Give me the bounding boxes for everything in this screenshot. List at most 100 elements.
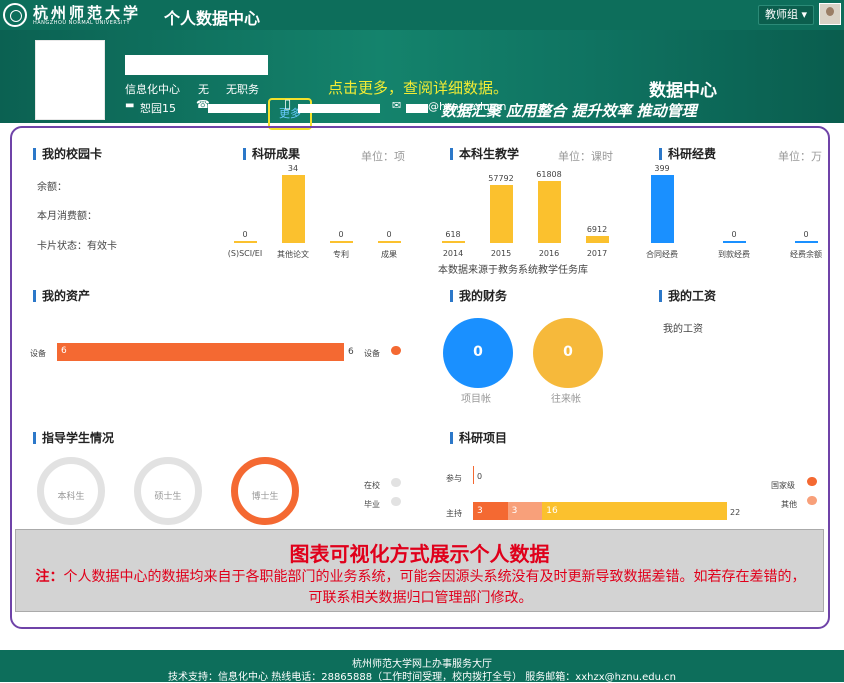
students-legend-graduated: 毕业 [364, 500, 380, 509]
projects-legend-other: 其他 [781, 500, 797, 509]
notice-body: 注：个人数据中心的数据均来自于各职能部门的业务系统，可能会因源头系统没有及时更新… [30, 567, 811, 609]
assets-bar-label: 设备 [30, 349, 46, 358]
projects-row-host-total: 22 [730, 508, 741, 517]
research-output-value-label: 0 [242, 230, 248, 239]
research-output-title: 科研成果 [243, 148, 300, 160]
card-balance-label: 余额： [37, 182, 67, 193]
current-account-value: 0 [563, 344, 573, 360]
mobile-icon: ▯ [284, 97, 292, 112]
assets-bar[interactable]: 6 [57, 343, 344, 361]
students-legend-graduated-dot[interactable] [391, 497, 401, 506]
profile-photo [35, 40, 105, 120]
projects-host-segment-value: 3 [477, 506, 483, 516]
assets-legend-dot[interactable] [391, 346, 401, 355]
funding-category-label: 到款经费 [718, 250, 750, 259]
undergrad-ring[interactable]: 本科生 [37, 457, 105, 525]
research-output-value-label: 0 [338, 230, 344, 239]
notice-heading: 图表可视化方式展示个人数据 [289, 542, 550, 566]
notice-text: 个人数据中心的数据均来自于各职能部门的业务系统，可能会因源头系统没有及时更新导致… [63, 569, 806, 606]
projects-row-participate-total: 0 [477, 472, 483, 481]
phd-ring[interactable]: 博士生 [231, 457, 299, 525]
funding-bar[interactable] [650, 175, 674, 243]
teaching-category-label: 2017 [586, 249, 608, 258]
research-output-bar[interactable] [281, 175, 305, 243]
university-seal-icon [3, 3, 27, 27]
funding-value-label: 0 [731, 230, 737, 239]
phone-redacted [208, 104, 266, 113]
project-account-circle[interactable]: 0 [443, 318, 513, 388]
assets-bar-value: 6 [61, 346, 67, 356]
notice-panel: 图表可视化方式展示个人数据 注：个人数据中心的数据均来自于各职能部门的业务系统，… [15, 529, 824, 612]
research-output-category-label: (S)SCI/EI [227, 249, 263, 258]
more-hint: 点击更多，查阅详细数据。 [328, 79, 509, 97]
projects-host-segment[interactable]: 3 [473, 502, 508, 520]
projects-host-segment[interactable]: 16 [542, 502, 727, 520]
funding-unit: 单位：万 [778, 150, 822, 163]
projects-row-host-label: 主持 [446, 509, 462, 518]
master-ring[interactable]: 硕士生 [134, 457, 202, 525]
profile-department: 信息化中心 [125, 83, 180, 96]
project-account-value: 0 [473, 344, 483, 360]
research-output-bar[interactable] [377, 241, 401, 243]
profile-office: 恕园15 [140, 102, 176, 115]
funding-value-label: 399 [654, 164, 670, 173]
students-legend-current: 在校 [364, 481, 380, 490]
assets-bar-end: 6 [348, 347, 354, 357]
projects-host-segment-value: 16 [546, 506, 558, 516]
teaching-category-label: 2014 [442, 249, 464, 258]
profile-position: 无职务 [226, 83, 259, 96]
research-output-bar[interactable] [233, 241, 257, 243]
teaching-bar[interactable] [441, 241, 465, 243]
research-output-category-label: 成果 [381, 250, 397, 259]
user-group-dropdown[interactable]: 教师组 ▾ [758, 5, 815, 25]
funding-category-label: 经费余额 [790, 250, 822, 259]
funding-title: 科研经费 [659, 148, 716, 160]
mail-icon: ✉ [392, 99, 402, 112]
projects-legend-national-dot[interactable] [807, 477, 817, 486]
projects-host-segment[interactable]: 3 [507, 502, 543, 520]
phd-label: 博士生 [251, 492, 279, 502]
teaching-bar[interactable] [585, 236, 609, 243]
university-logo-english: HANGZHOU NORMAL UNIVERSITY [33, 20, 131, 26]
teaching-category-label: 2015 [490, 249, 512, 258]
funding-bar[interactable] [794, 241, 818, 243]
teaching-title: 本科生教学 [450, 148, 519, 160]
profile-title: 无 [198, 83, 209, 96]
notice-prefix: 注： [35, 569, 64, 585]
salary-title: 我的工资 [659, 290, 716, 302]
top-bar: 杭州师范大学 HANGZHOU NORMAL UNIVERSITY 个人数据中心… [0, 0, 844, 30]
projects-legend-other-dot[interactable] [807, 496, 817, 505]
teaching-value-label: 61808 [536, 170, 562, 179]
profile-name-redacted [125, 55, 268, 75]
current-account-circle[interactable]: 0 [533, 318, 603, 388]
undergrad-label: 本科生 [57, 492, 85, 502]
profile-banner: 信息化中心 无 无职务 更多 ▬ 恕园15 ☎ ▯ ✉ @hznu.edu.cn… [0, 30, 844, 130]
salary-link[interactable]: 我的工资 [663, 320, 703, 335]
teaching-value-label: 6912 [586, 225, 608, 235]
teaching-bar[interactable] [537, 181, 561, 243]
research-output-category-label: 专利 [333, 250, 349, 259]
funding-bar[interactable] [722, 241, 746, 243]
projects-host-segment-value: 3 [511, 506, 518, 516]
teaching-bar[interactable] [489, 185, 513, 243]
projects-participate-bar[interactable] [473, 466, 474, 484]
projects-title: 科研项目 [450, 432, 507, 444]
teaching-value-label: 618 [445, 230, 461, 239]
students-legend-current-dot[interactable] [391, 478, 401, 487]
app-title: 个人数据中心 [164, 9, 261, 28]
teaching-unit: 单位：课时 [558, 150, 613, 163]
students-title: 指导学生情况 [33, 432, 114, 444]
projects-row-participate-label: 参与 [446, 474, 462, 483]
funding-value-label: 0 [803, 230, 809, 239]
card-month-spend-label: 本月消费额： [37, 211, 97, 222]
research-output-category-label: 其他论文 [277, 250, 309, 259]
footer: 杭州师范大学网上办事服务大厅 技术支持：信息化中心 热线电话：28865888（… [0, 650, 844, 683]
email-redacted [406, 104, 428, 113]
card-status: 卡片状态：有效卡 [37, 241, 117, 252]
project-account-label: 项目帐 [461, 394, 491, 405]
campus-card-title: 我的校园卡 [33, 148, 102, 160]
research-output-bar[interactable] [329, 241, 353, 243]
funding-category-label: 合同经费 [646, 250, 678, 259]
user-avatar[interactable] [819, 3, 841, 25]
assets-legend-label: 设备 [364, 349, 380, 358]
